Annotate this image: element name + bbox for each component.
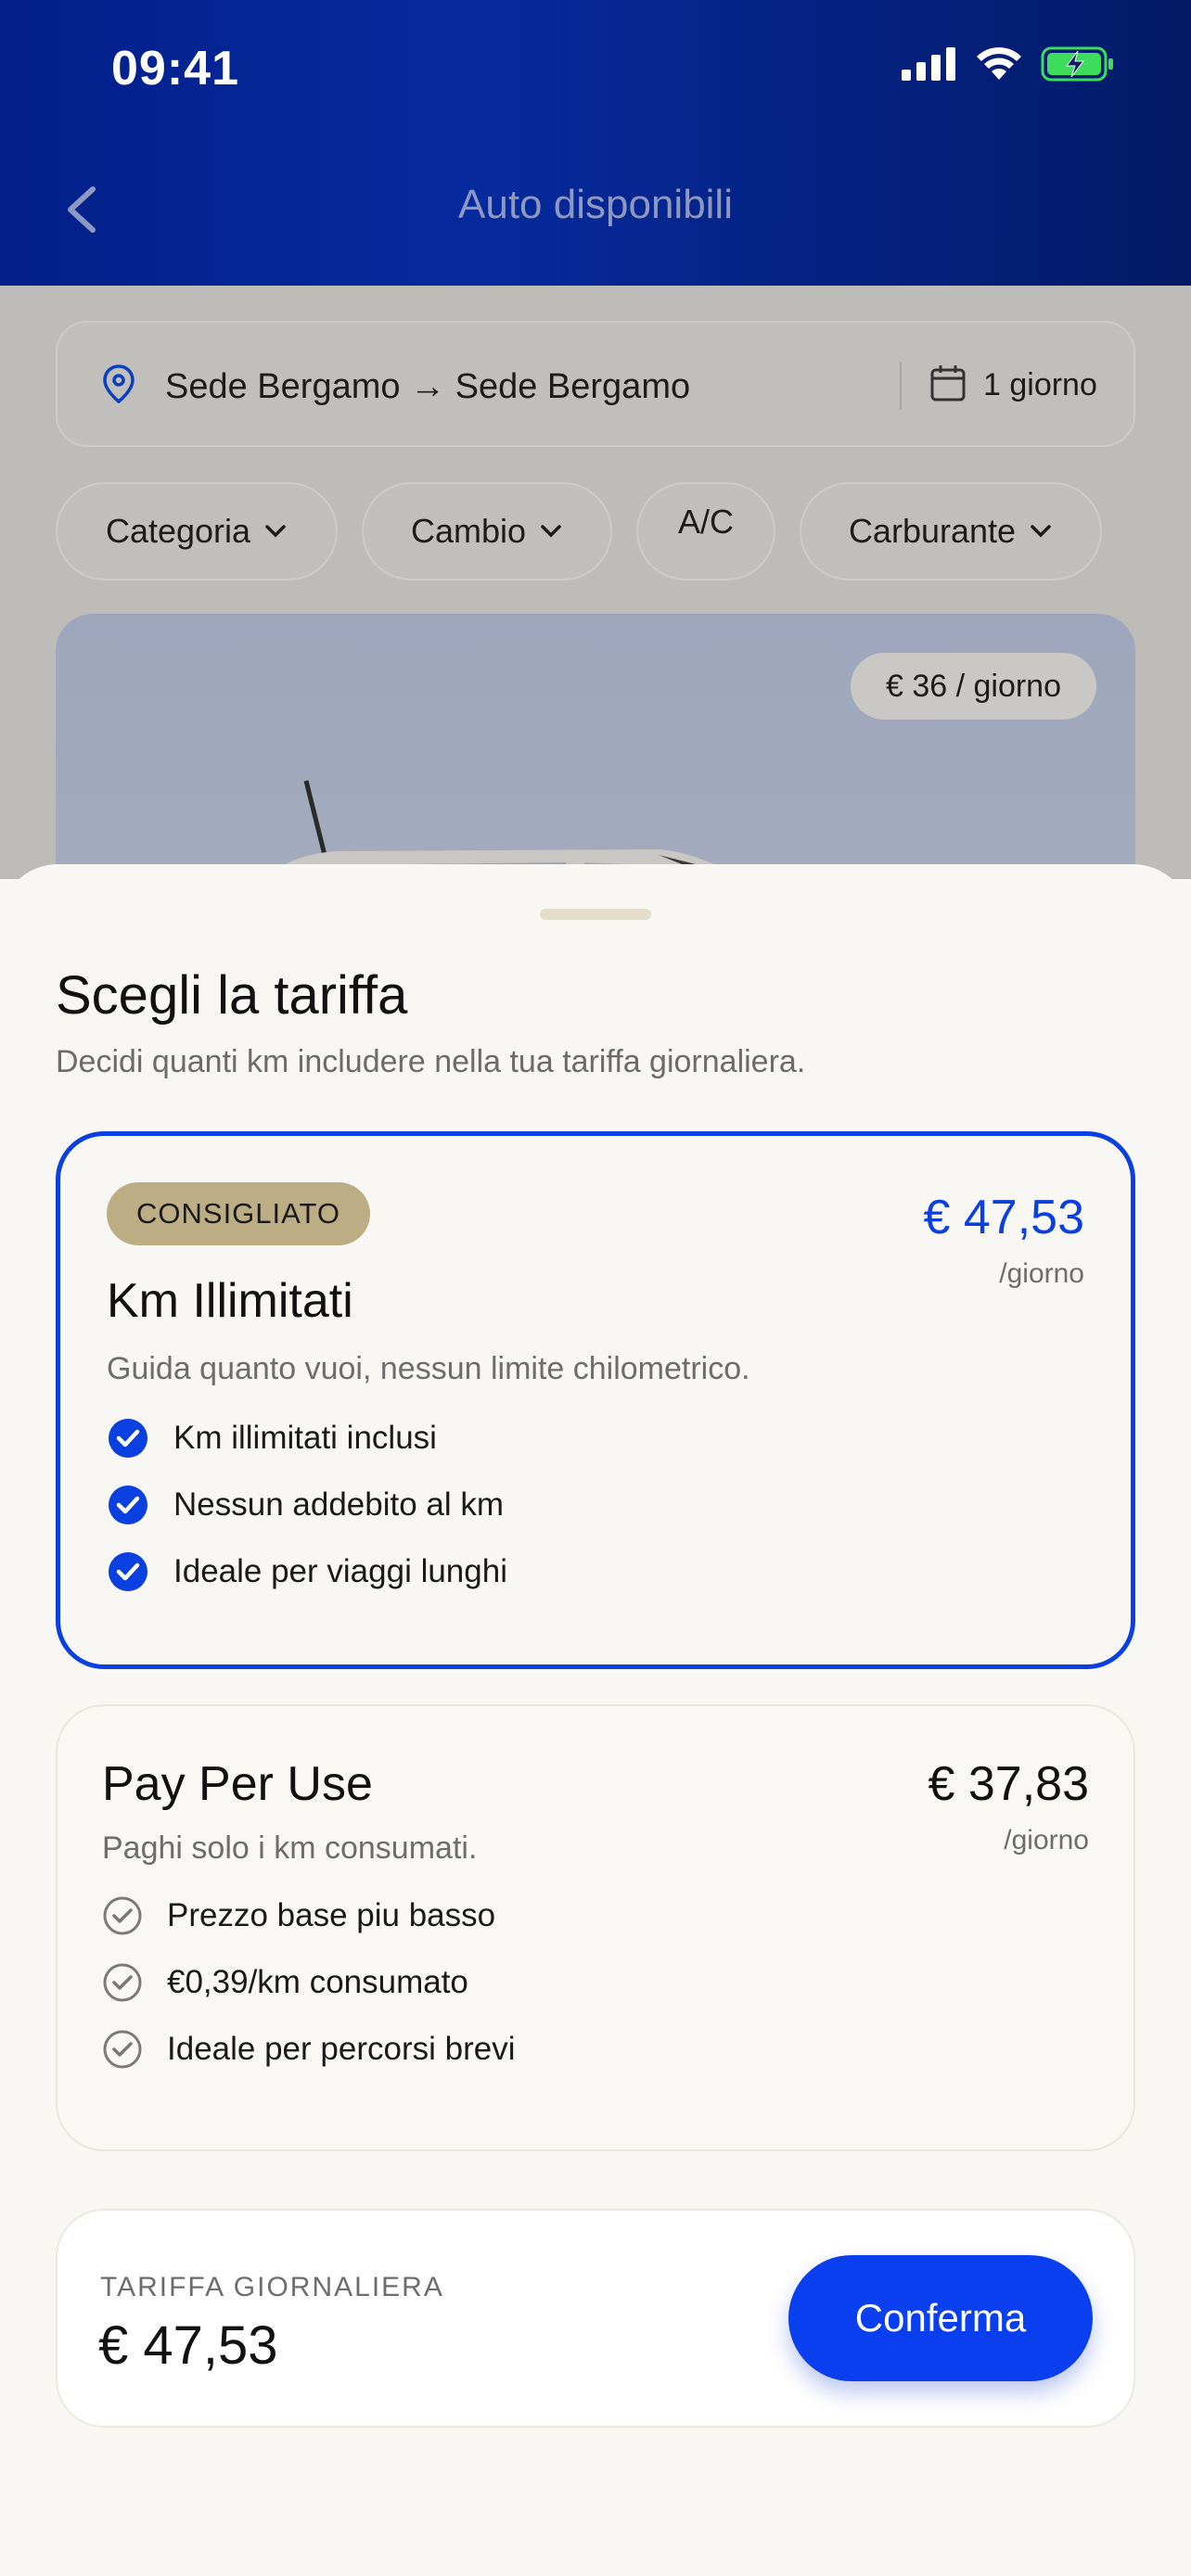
plan-name: Pay Per Use	[102, 1757, 373, 1811]
background-page: Sede Bergamo → Sede Bergamo 1 giorno Cat…	[0, 286, 1191, 879]
filter-chip-label: Cambio	[410, 512, 527, 550]
feature-text: Km illimitati inclusi	[173, 1420, 437, 1456]
feature-text: Ideale per viaggi lunghi	[173, 1553, 507, 1589]
filter-chip-cambio[interactable]: Cambio	[362, 482, 612, 580]
feature-text: Nessun addebito al km	[173, 1486, 505, 1523]
duration-text: 1 giorno	[983, 367, 1097, 402]
plan-description: Guida quanto vuoi, nessun limite chilome…	[107, 1351, 750, 1386]
check-circle-filled-icon	[109, 1552, 147, 1591]
feature-item: €0,39/km consumato	[102, 1949, 515, 2016]
check-circle-outline-icon	[103, 1963, 142, 2002]
divider	[900, 362, 902, 410]
plan-features: Prezzo base piu basso €0,39/km consumato…	[102, 1882, 515, 2083]
search-summary-bar[interactable]: Sede Bergamo → Sede Bergamo 1 giorno	[56, 321, 1135, 447]
recommended-badge: CONSIGLIATO	[107, 1182, 371, 1245]
filter-chip-label: A/C	[677, 503, 734, 541]
sheet-title: Scegli la tariffa	[56, 965, 408, 1026]
car-card[interactable]: € 36 / giorno	[56, 614, 1135, 879]
status-icons	[902, 46, 1115, 86]
check-circle-outline-icon	[103, 2030, 142, 2069]
plan-description: Paghi solo i km consumati.	[102, 1830, 478, 1866]
car-price-pill: € 36 / giorno	[850, 653, 1096, 720]
filter-chip-carburante[interactable]: Carburante	[800, 482, 1102, 580]
feature-text: Prezzo base piu basso	[167, 1897, 496, 1933]
chevron-down-icon	[265, 525, 286, 538]
summary-value: € 47,53	[98, 2315, 278, 2376]
plan-features: Km illimitati inclusi Nessun addebito al…	[107, 1405, 507, 1605]
summary-label: TARIFFA GIORNALIERA	[100, 2272, 444, 2302]
feature-item: Ideale per viaggi lunghi	[107, 1538, 507, 1605]
plan-price: € 37,83	[928, 1757, 1090, 1811]
location-pin-icon	[102, 363, 135, 409]
page-title: Auto disponibili	[458, 182, 733, 227]
app-header: 09:41 Auto disponibili	[0, 0, 1191, 286]
feature-item: Ideale per percorsi brevi	[102, 2016, 515, 2083]
chevron-down-icon	[1031, 525, 1051, 538]
sheet-grabber[interactable]	[540, 909, 651, 920]
plan-price-unit: /giorno	[1004, 1825, 1089, 1855]
feature-text: €0,39/km consumato	[167, 1964, 468, 2000]
filter-chip-ac[interactable]: A/C	[636, 482, 775, 580]
plan-price-unit: /giorno	[999, 1258, 1084, 1289]
feature-item: Prezzo base piu basso	[102, 1882, 515, 1949]
plan-price: € 47,53	[923, 1191, 1085, 1244]
filter-chip-label: Carburante	[848, 512, 1017, 550]
route-text: Sede Bergamo → Sede Bergamo	[165, 367, 691, 406]
plan-card-km-illimitati[interactable]: CONSIGLIATO Km Illimitati Guida quanto v…	[56, 1131, 1135, 1669]
sheet-subtitle: Decidi quanti km includere nella tua tar…	[56, 1044, 806, 1079]
tariff-bottom-sheet: Scegli la tariffa Decidi quanti km inclu…	[0, 864, 1191, 2576]
check-circle-outline-icon	[103, 1896, 142, 1935]
filter-chip-categoria[interactable]: Categoria	[56, 482, 338, 580]
wifi-icon	[976, 46, 1022, 86]
status-time: 09:41	[111, 42, 239, 96]
signal-icon	[902, 47, 957, 85]
daily-rate-summary: TARIFFA GIORNALIERA € 47,53 Conferma	[56, 2209, 1135, 2428]
feature-item: Km illimitati inclusi	[107, 1405, 507, 1472]
feature-item: Nessun addebito al km	[107, 1472, 507, 1538]
plan-name: Km Illimitati	[107, 1274, 353, 1328]
battery-charging-icon	[1041, 46, 1115, 86]
check-circle-filled-icon	[109, 1486, 147, 1524]
chevron-down-icon	[541, 525, 561, 538]
calendar-icon	[929, 363, 967, 407]
plan-card-pay-per-use[interactable]: Pay Per Use Paghi solo i km consumati. €…	[56, 1704, 1135, 2151]
car-image	[265, 780, 743, 879]
check-circle-filled-icon	[109, 1419, 147, 1458]
feature-text: Ideale per percorsi brevi	[167, 2031, 516, 2067]
confirm-button[interactable]: Conferma	[788, 2255, 1093, 2381]
filter-chip-label: Categoria	[105, 512, 251, 550]
